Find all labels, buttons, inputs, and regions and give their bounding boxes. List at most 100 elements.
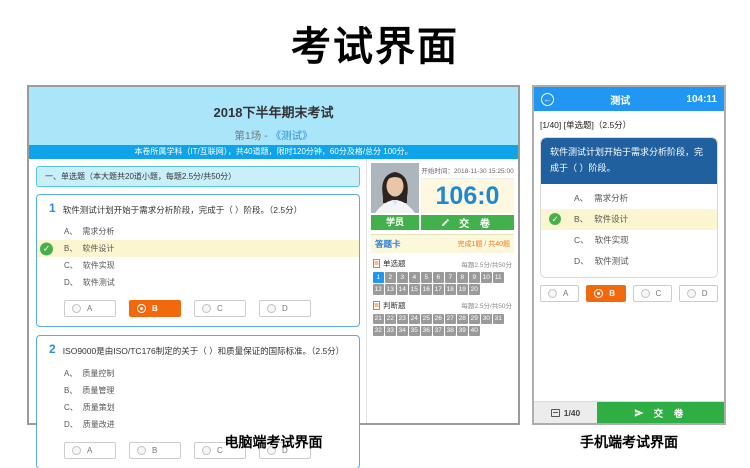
answer-card-section-judge: 判断题 每题2.5分/共50分 212223242526272829303132…	[371, 295, 514, 337]
question-number-34[interactable]: 34	[397, 326, 408, 337]
question-number-33[interactable]: 33	[385, 326, 396, 337]
option-a[interactable]: A、 质量控制	[37, 365, 359, 382]
answer-card-counter[interactable]: 1/40	[534, 402, 597, 423]
question-number-8[interactable]: 8	[457, 272, 468, 283]
mobile-body: [1/40] [单选题]（2.5分） 软件测试计划开始于需求分析阶段，完成于（ …	[534, 111, 724, 401]
option-a[interactable]: A、 需求分析	[541, 188, 717, 209]
question-number-2[interactable]: 2	[385, 272, 396, 283]
mobile-exam-frame: ← 测试 104:11 [1/40] [单选题]（2.5分） 软件测试计划开始于…	[532, 85, 726, 425]
option-d[interactable]: D、 软件测试	[37, 274, 359, 291]
question-number-29[interactable]: 29	[469, 314, 480, 325]
question-number-32[interactable]: 32	[373, 326, 384, 337]
section-header: 一、单选题（本大题共20道小题，每题2.5分/共50分）	[36, 166, 360, 187]
question-number-39[interactable]: 39	[457, 326, 468, 337]
option-b[interactable]: ✓ B、 软件设计	[37, 240, 359, 257]
question-number-grid: 1234567891011121314151617181920	[373, 272, 512, 295]
option-text: 质量策划	[83, 402, 115, 413]
question-number-grid: 2122232425262728293031 323334353637383940	[373, 314, 512, 337]
question-number-12[interactable]: 12	[373, 284, 384, 295]
question-number-4[interactable]: 4	[409, 272, 420, 283]
answer-button-a[interactable]: A	[64, 300, 116, 317]
question-number-10[interactable]: 10	[481, 272, 492, 283]
option-text: 需求分析	[82, 226, 114, 237]
option-label: D、	[574, 255, 589, 267]
session-name: 《测试》	[271, 130, 313, 142]
student-photo	[371, 163, 419, 213]
question-number-24[interactable]: 24	[409, 314, 420, 325]
question-number-20[interactable]: 20	[469, 284, 480, 295]
answer-button-a[interactable]: A	[540, 285, 579, 302]
answer-button-c[interactable]: C	[633, 285, 672, 302]
option-text: 质量改进	[83, 419, 115, 430]
option-b[interactable]: B、 质量管理	[37, 382, 359, 399]
session-prefix: 第1场 -	[234, 130, 270, 142]
question-number-5[interactable]: 5	[421, 272, 432, 283]
send-icon	[634, 408, 644, 418]
question-number-30[interactable]: 30	[481, 314, 492, 325]
question-number-15[interactable]: 15	[409, 284, 420, 295]
answer-button-d[interactable]: D	[259, 300, 311, 317]
question-number-26[interactable]: 26	[433, 314, 444, 325]
back-icon[interactable]: ←	[541, 93, 554, 106]
question-text: ISO9000是由ISO/TC176制定的关于（ ）和质量保证的国际标准。（2.…	[63, 343, 345, 357]
option-a[interactable]: A、 需求分析	[37, 223, 359, 240]
answer-card-title: 答题卡	[375, 238, 401, 250]
question-number-19[interactable]: 19	[457, 284, 468, 295]
answer-button-b[interactable]: B	[586, 285, 625, 302]
mobile-submit-button[interactable]: 交 卷	[597, 402, 724, 423]
countdown-timer: 106:0	[421, 179, 514, 213]
option-text: 软件设计	[82, 243, 114, 254]
question-number-28[interactable]: 28	[457, 314, 468, 325]
question-number-38[interactable]: 38	[445, 326, 456, 337]
option-c[interactable]: C、 软件实现	[37, 257, 359, 274]
option-d[interactable]: D、 质量改进	[37, 416, 359, 433]
question-number-14[interactable]: 14	[397, 284, 408, 295]
option-label: A、	[574, 192, 588, 204]
question-text: 软件测试计划开始于需求分析阶段，完成于（ ）阶段。（2.5分）	[63, 202, 302, 216]
section-score: 每题2.5分/共50分	[461, 300, 512, 310]
option-b[interactable]: ✓ B、 软件设计	[541, 209, 717, 230]
question-number-11[interactable]: 11	[493, 272, 504, 283]
question-number-17[interactable]: 17	[433, 284, 444, 295]
question-number-7[interactable]: 7	[445, 272, 456, 283]
question-number: 1	[49, 202, 56, 216]
question-number-27[interactable]: 27	[445, 314, 456, 325]
radio-icon	[641, 289, 650, 298]
answer-button-d[interactable]: D	[679, 285, 718, 302]
question-number-22[interactable]: 22	[385, 314, 396, 325]
question-number-16[interactable]: 16	[421, 284, 432, 295]
submit-exam-button[interactable]: 交 卷	[421, 215, 514, 230]
question-number-40[interactable]: 40	[469, 326, 480, 337]
question-number-3[interactable]: 3	[397, 272, 408, 283]
mobile-header: ← 测试 104:11	[534, 87, 724, 111]
section-icon	[373, 301, 380, 310]
start-time: 开始时间：2018-11-30 15:25:00	[421, 163, 514, 179]
option-label: C、	[64, 402, 78, 413]
question-number-31[interactable]: 31	[493, 314, 504, 325]
radio-icon	[594, 289, 603, 298]
question-number-37[interactable]: 37	[433, 326, 444, 337]
question-number-21[interactable]: 21	[373, 314, 384, 325]
option-c[interactable]: C、 质量策划	[37, 399, 359, 416]
question-number-18[interactable]: 18	[445, 284, 456, 295]
answer-button-b[interactable]: B	[129, 300, 181, 317]
question-number-23[interactable]: 23	[397, 314, 408, 325]
radio-icon	[548, 289, 557, 298]
option-d[interactable]: D、 软件测试	[541, 251, 717, 272]
question-number-25[interactable]: 25	[421, 314, 432, 325]
answer-button-c[interactable]: C	[194, 300, 246, 317]
option-c[interactable]: C、 软件实现	[541, 230, 717, 251]
option-text: 质量控制	[82, 368, 114, 379]
option-label: A、	[64, 226, 77, 237]
question-number-6[interactable]: 6	[433, 272, 444, 283]
exam-sidebar: 学员 开始时间：2018-11-30 15:25:00 106:0 交 卷 答题…	[366, 159, 518, 423]
section-name: 单选题	[383, 258, 406, 269]
mobile-title: 测试	[554, 92, 686, 107]
answer-card-header: 答题卡 完成1题 / 共40题	[371, 234, 514, 253]
question-number-13[interactable]: 13	[385, 284, 396, 295]
question-number-35[interactable]: 35	[409, 326, 420, 337]
question-number-1[interactable]: 1	[373, 272, 384, 283]
question-number-9[interactable]: 9	[469, 272, 480, 283]
option-label: A、	[64, 368, 77, 379]
question-number-36[interactable]: 36	[421, 326, 432, 337]
